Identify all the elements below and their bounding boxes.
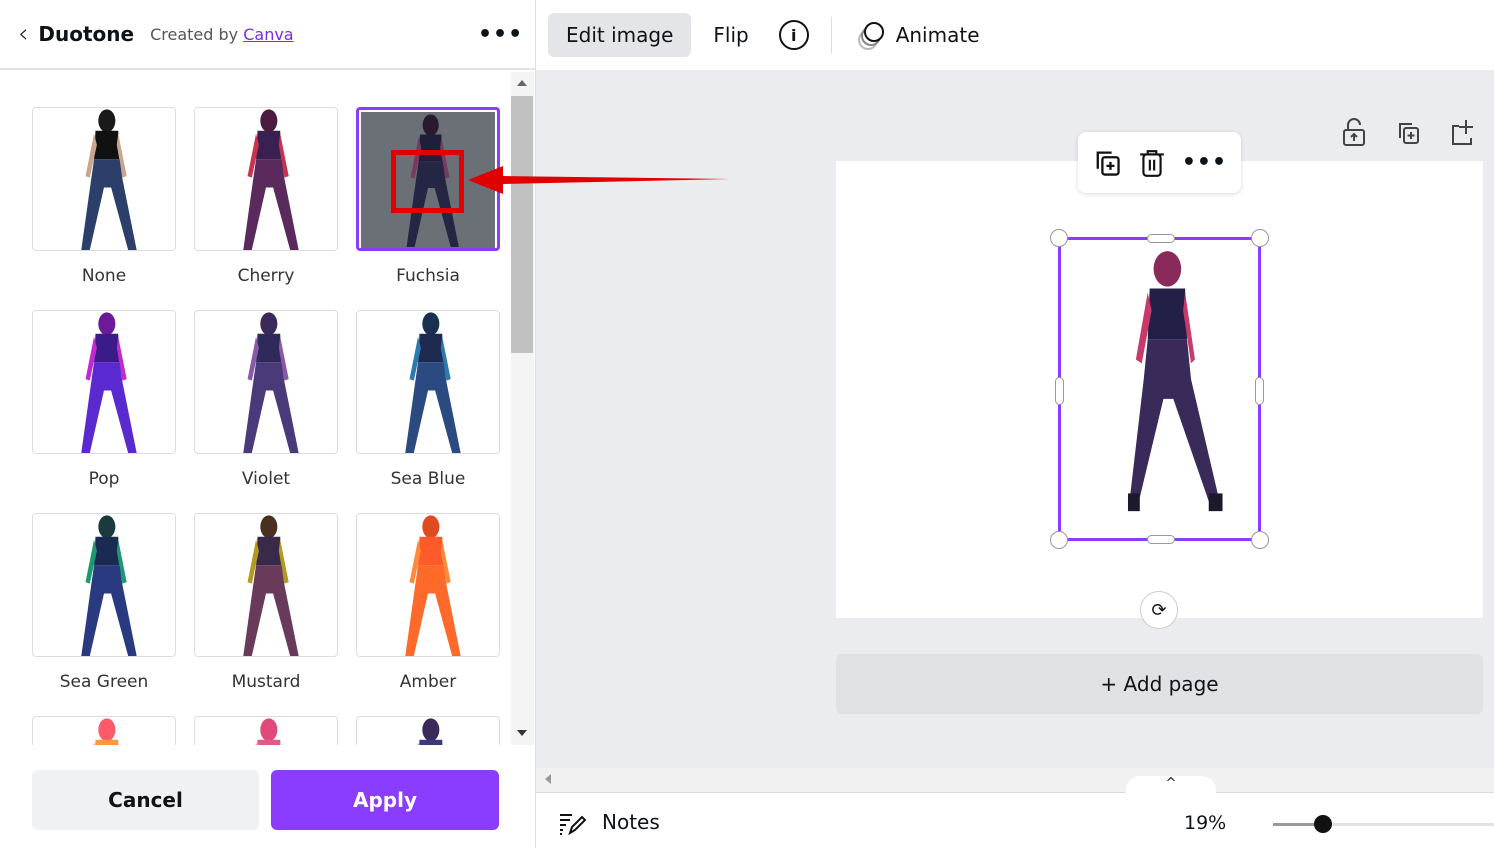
preset-thumbnail[interactable] bbox=[194, 513, 338, 657]
zoom-slider-knob[interactable] bbox=[1314, 815, 1333, 833]
more-options-icon[interactable]: ••• bbox=[478, 22, 523, 47]
scroll-up-icon[interactable] bbox=[517, 80, 527, 86]
preset-item[interactable] bbox=[32, 716, 176, 745]
scrollbar-thumb[interactable] bbox=[511, 96, 533, 353]
preset-none[interactable]: None bbox=[32, 107, 176, 286]
preset-preview-image bbox=[243, 312, 299, 453]
preset-preview-image bbox=[255, 718, 281, 745]
duplicate-icon[interactable] bbox=[1092, 148, 1122, 178]
preset-label: Cherry bbox=[237, 266, 295, 286]
footer-bar: Notes 19% bbox=[536, 794, 1494, 848]
scroll-left-icon[interactable] bbox=[545, 774, 551, 784]
preset-thumbnail[interactable] bbox=[194, 310, 338, 454]
duplicate-page-icon[interactable] bbox=[1395, 120, 1421, 146]
resize-handle[interactable] bbox=[1147, 234, 1175, 243]
preset-thumbnail[interactable] bbox=[356, 310, 500, 454]
unlock-icon[interactable] bbox=[1341, 118, 1367, 148]
notes-button[interactable]: Notes bbox=[602, 810, 660, 834]
divider bbox=[830, 17, 832, 53]
preset-preview-image bbox=[417, 718, 443, 745]
preset-label: Fuchsia bbox=[396, 266, 460, 286]
selected-image[interactable] bbox=[1050, 229, 1269, 549]
preset-thumbnail[interactable] bbox=[32, 107, 176, 251]
scroll-down-icon[interactable] bbox=[517, 730, 527, 736]
flip-button[interactable]: Flip bbox=[713, 23, 748, 47]
preset-item[interactable] bbox=[194, 716, 338, 745]
annotation-arrow bbox=[468, 166, 730, 194]
preset-preview-image bbox=[405, 312, 461, 453]
preset-thumbnail[interactable] bbox=[356, 513, 500, 657]
resize-handle[interactable] bbox=[1251, 229, 1269, 247]
edit-image-button[interactable]: Edit image bbox=[548, 13, 692, 57]
preset-thumbnail[interactable] bbox=[194, 716, 338, 745]
preset-preview-image bbox=[243, 109, 299, 250]
annotation-highlight-box bbox=[391, 150, 464, 213]
preset-thumbnail[interactable] bbox=[32, 716, 176, 745]
preset-preview-image bbox=[405, 515, 461, 656]
preset-label: Violet bbox=[241, 469, 291, 489]
notes-icon[interactable] bbox=[558, 812, 588, 836]
woman-image bbox=[1127, 251, 1223, 512]
resize-handle[interactable] bbox=[1055, 377, 1064, 405]
trash-icon[interactable] bbox=[1138, 148, 1166, 178]
created-by: Created by Canva bbox=[150, 25, 294, 44]
preset-label: Mustard bbox=[231, 672, 301, 692]
animate-button[interactable]: Animate bbox=[896, 23, 980, 47]
resize-handle[interactable] bbox=[1251, 531, 1269, 549]
preset-preview-image bbox=[81, 312, 137, 453]
preset-preview-image bbox=[81, 109, 137, 250]
created-by-label: Created by bbox=[150, 24, 239, 44]
info-icon[interactable]: i bbox=[778, 20, 809, 50]
preset-thumbnail[interactable] bbox=[194, 107, 338, 251]
more-icon[interactable]: ••• bbox=[1182, 150, 1227, 175]
preset-violet[interactable]: Violet bbox=[194, 310, 338, 489]
preset-sea-green[interactable]: Sea Green bbox=[32, 513, 176, 692]
preset-amber[interactable]: Amber bbox=[356, 513, 500, 692]
preset-label: Pop bbox=[88, 469, 120, 489]
creator-link[interactable]: Canva bbox=[243, 25, 293, 44]
rotate-icon[interactable]: ⟳ bbox=[1140, 591, 1178, 629]
preset-thumbnail[interactable] bbox=[32, 310, 176, 454]
add-page-button[interactable]: + Add page bbox=[836, 654, 1483, 714]
resize-handle[interactable] bbox=[1050, 531, 1068, 549]
apply-button[interactable]: Apply bbox=[271, 770, 499, 830]
preset-preview-image bbox=[93, 718, 119, 745]
preset-thumbnail[interactable] bbox=[32, 513, 176, 657]
preset-mustard[interactable]: Mustard bbox=[194, 513, 338, 692]
horizontal-scrollbar[interactable]: ^ bbox=[536, 768, 1494, 794]
panel-title: Duotone bbox=[38, 22, 135, 46]
preset-label: Amber bbox=[399, 672, 457, 692]
resize-handle[interactable] bbox=[1255, 377, 1264, 405]
zoom-level[interactable]: 19% bbox=[1184, 812, 1226, 834]
add-page-icon[interactable] bbox=[1449, 118, 1475, 146]
preset-preview-image bbox=[243, 515, 299, 656]
resize-handle[interactable] bbox=[1050, 229, 1068, 247]
preset-sea-blue[interactable]: Sea Blue bbox=[356, 310, 500, 489]
preset-thumbnail[interactable] bbox=[356, 716, 500, 745]
preset-label: Sea Blue bbox=[390, 469, 466, 489]
preset-label: None bbox=[81, 266, 127, 286]
preset-preview-image bbox=[81, 515, 137, 656]
zoom-slider[interactable] bbox=[1273, 815, 1494, 833]
back-chevron-icon[interactable]: ‹ bbox=[18, 19, 28, 49]
animate-icon bbox=[854, 20, 884, 50]
expand-pages-icon[interactable]: ^ bbox=[1126, 776, 1216, 794]
preset-label: Sea Green bbox=[59, 672, 149, 692]
duotone-panel: ‹ Duotone Created by Canva ••• None Cher… bbox=[0, 0, 536, 848]
cancel-button[interactable]: Cancel bbox=[32, 770, 259, 830]
preset-cherry[interactable]: Cherry bbox=[194, 107, 338, 286]
floating-toolbar: ••• bbox=[1078, 132, 1241, 193]
top-toolbar: Edit image Flip i Animate bbox=[536, 0, 1494, 70]
panel-header: ‹ Duotone Created by Canva ••• bbox=[0, 0, 535, 70]
preset-pop[interactable]: Pop bbox=[32, 310, 176, 489]
resize-handle[interactable] bbox=[1147, 535, 1175, 544]
preset-item[interactable] bbox=[356, 716, 500, 745]
